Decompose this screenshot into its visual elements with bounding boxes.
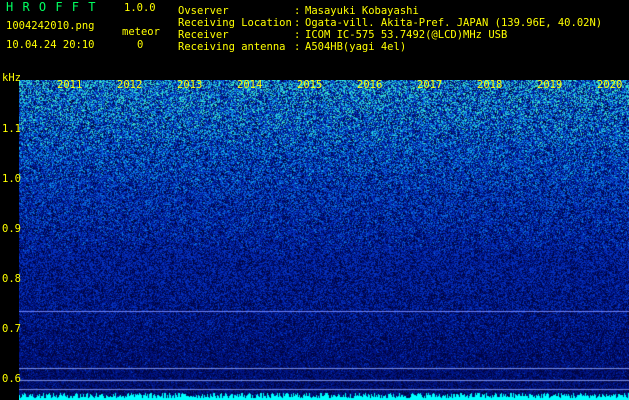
antenna-value: A504HB(yagi 4el): [305, 41, 407, 53]
y-tick-label: 1.0: [2, 173, 21, 185]
time-label: 2020: [597, 79, 623, 91]
location-value: Ogata-vill. Akita-Pref. JAPAN (139.96E, …: [305, 17, 603, 29]
time-label: 2014: [237, 79, 263, 91]
spectrogram-canvas: [19, 80, 629, 400]
colon: :: [294, 17, 301, 29]
location-label: Receiving Location: [178, 17, 292, 29]
y-tick-label: 0.9: [2, 223, 21, 235]
colon: :: [294, 41, 301, 53]
app-version: 1.0.0: [124, 2, 156, 14]
time-label: 2017: [417, 79, 443, 91]
app-title: H R O F F T: [6, 0, 97, 14]
y-tick-label: 0.8: [2, 273, 21, 285]
time-label: 2019: [537, 79, 563, 91]
time-label: 2013: [177, 79, 203, 91]
colon: :: [294, 29, 301, 41]
observer-label: Ovserver: [178, 5, 229, 17]
meteor-count: 0: [137, 39, 144, 51]
file-datetime: 10.04.24 20:10: [6, 39, 95, 51]
time-label: 2018: [477, 79, 503, 91]
colon: :: [294, 5, 301, 17]
antenna-label: Receiving antenna: [178, 41, 286, 53]
time-label: 2016: [357, 79, 383, 91]
meteor-label: meteor: [122, 26, 160, 38]
time-label: 2011: [57, 79, 83, 91]
y-tick-label: 1.1: [2, 123, 21, 135]
observer-value: Masayuki Kobayashi: [305, 5, 419, 17]
y-tick-label: 0.6: [2, 373, 21, 385]
receiver-label: Receiver: [178, 29, 229, 41]
y-axis-unit: kHz: [2, 72, 21, 84]
time-label: 2012: [117, 79, 143, 91]
time-label: 2015: [297, 79, 323, 91]
receiver-value: ICOM IC-575 53.7492(@LCD)MHz USB: [305, 29, 508, 41]
file-name: 1004242010.png: [6, 20, 95, 32]
y-tick-label: 0.7: [2, 323, 21, 335]
